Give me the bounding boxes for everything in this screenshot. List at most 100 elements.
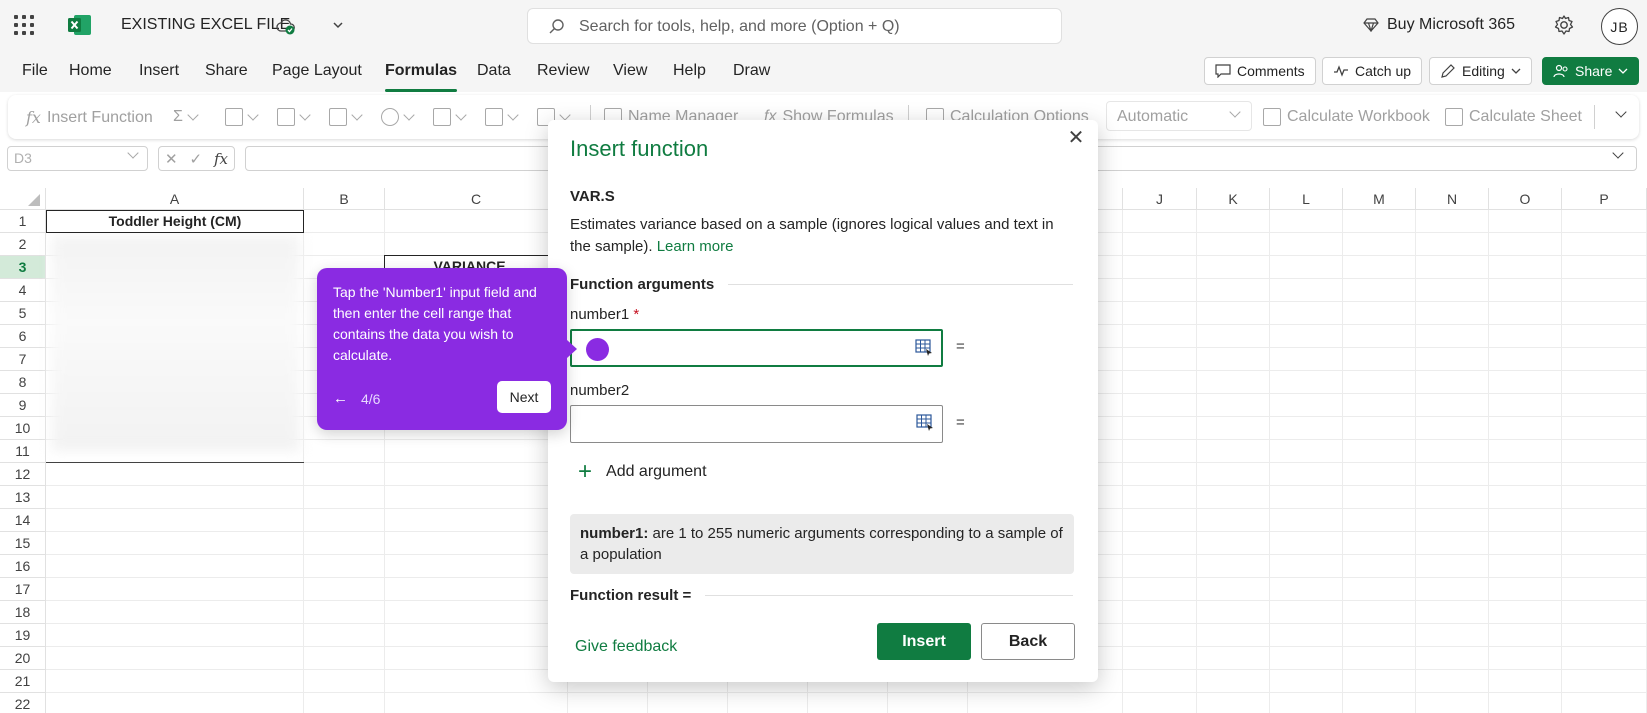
app-launcher-icon[interactable] bbox=[14, 15, 34, 35]
range-select-icon[interactable] bbox=[916, 414, 934, 432]
column-header-m[interactable]: M bbox=[1343, 188, 1416, 210]
column-header-k[interactable]: K bbox=[1197, 188, 1270, 210]
row-header-2[interactable]: 2 bbox=[0, 233, 46, 256]
tutorial-hotspot-indicator[interactable] bbox=[586, 338, 609, 361]
row-header-21[interactable]: 21 bbox=[0, 670, 46, 693]
back-arrow-icon[interactable]: ← bbox=[333, 390, 348, 407]
activity-icon bbox=[1334, 65, 1348, 77]
chevron-down-icon[interactable] bbox=[331, 18, 345, 32]
logical-button[interactable] bbox=[277, 108, 311, 126]
cell-a1[interactable]: Toddler Height (CM) bbox=[46, 210, 304, 233]
name-box-value: D3 bbox=[14, 150, 32, 166]
insert-function-dialog: ✕ Insert function VAR.S Estimates varian… bbox=[548, 120, 1098, 682]
tab-review[interactable]: Review bbox=[537, 62, 589, 80]
row-header-7[interactable]: 7 bbox=[0, 348, 46, 371]
date-time-button[interactable] bbox=[381, 108, 415, 126]
confirm-icon[interactable]: ✓ bbox=[189, 150, 202, 168]
column-header-l[interactable]: L bbox=[1270, 188, 1343, 210]
tab-draw[interactable]: Draw bbox=[733, 62, 770, 80]
column-header-c[interactable]: C bbox=[385, 188, 568, 210]
tab-view[interactable]: View bbox=[613, 62, 647, 80]
ribbon-divider bbox=[1594, 105, 1595, 129]
row-header-9[interactable]: 9 bbox=[0, 394, 46, 417]
row-gridline bbox=[46, 692, 1647, 693]
lookup-button[interactable] bbox=[433, 108, 467, 126]
editing-mode-button[interactable]: Editing bbox=[1429, 57, 1532, 85]
row-header-18[interactable]: 18 bbox=[0, 601, 46, 624]
chevron-down-icon[interactable] bbox=[1612, 147, 1624, 159]
fx-icon[interactable]: fx bbox=[214, 150, 228, 168]
required-marker: * bbox=[633, 306, 640, 323]
share-button[interactable]: Share bbox=[1542, 57, 1640, 85]
row-header-15[interactable]: 15 bbox=[0, 532, 46, 555]
column-header-o[interactable]: O bbox=[1489, 188, 1562, 210]
calculation-mode-select[interactable]: Automatic bbox=[1106, 101, 1252, 131]
tab-share[interactable]: Share bbox=[205, 62, 248, 80]
calculate-sheet-button[interactable]: Calculate Sheet bbox=[1445, 108, 1582, 126]
tab-help[interactable]: Help bbox=[673, 62, 706, 80]
math-icon bbox=[485, 108, 503, 126]
chevron-down-icon bbox=[455, 109, 467, 121]
ribbon-expand-chevron-icon[interactable] bbox=[1615, 106, 1627, 118]
comments-button[interactable]: Comments bbox=[1204, 57, 1316, 85]
file-title[interactable]: EXISTING EXCEL FILE bbox=[121, 16, 290, 34]
row-header-14[interactable]: 14 bbox=[0, 509, 46, 532]
row-header-22[interactable]: 22 bbox=[0, 693, 46, 713]
row-header-3[interactable]: 3 bbox=[0, 256, 46, 279]
number2-input[interactable] bbox=[570, 405, 943, 443]
tab-file[interactable]: File bbox=[22, 62, 48, 80]
row-header-1[interactable]: 1 bbox=[0, 210, 46, 233]
row-header-16[interactable]: 16 bbox=[0, 555, 46, 578]
tab-page-layout[interactable]: Page Layout bbox=[272, 62, 362, 80]
user-avatar[interactable]: JB bbox=[1601, 8, 1638, 45]
insert-button[interactable]: Insert bbox=[877, 623, 971, 660]
close-icon[interactable]: ✕ bbox=[1066, 128, 1086, 148]
row-header-20[interactable]: 20 bbox=[0, 647, 46, 670]
row-header-17[interactable]: 17 bbox=[0, 578, 46, 601]
give-feedback-link[interactable]: Give feedback bbox=[575, 638, 677, 656]
row-header-5[interactable]: 5 bbox=[0, 302, 46, 325]
buy-microsoft-365-link[interactable]: Buy Microsoft 365 bbox=[1363, 16, 1515, 34]
add-argument-button[interactable]: + Add argument bbox=[578, 460, 707, 484]
tab-data[interactable]: Data bbox=[477, 62, 511, 80]
tab-formulas[interactable]: Formulas bbox=[385, 62, 458, 92]
chevron-down-icon bbox=[127, 147, 139, 159]
row-header-13[interactable]: 13 bbox=[0, 486, 46, 509]
back-button[interactable]: Back bbox=[981, 623, 1075, 660]
name-box[interactable]: D3 bbox=[7, 146, 148, 171]
catch-up-button[interactable]: Catch up bbox=[1322, 57, 1423, 85]
insert-function-button[interactable]: fx Insert Function bbox=[26, 108, 153, 127]
row-header-19[interactable]: 19 bbox=[0, 624, 46, 647]
select-all-corner[interactable] bbox=[0, 188, 46, 210]
tab-insert[interactable]: Insert bbox=[139, 62, 179, 80]
calculate-workbook-button[interactable]: Calculate Workbook bbox=[1263, 108, 1430, 126]
learn-more-link[interactable]: Learn more bbox=[657, 238, 734, 255]
text-functions-button[interactable] bbox=[329, 108, 363, 126]
search-box[interactable]: Search for tools, help, and more (Option… bbox=[527, 8, 1062, 44]
row-header-10[interactable]: 10 bbox=[0, 417, 46, 440]
row-header-12[interactable]: 12 bbox=[0, 463, 46, 486]
number2-equals: = bbox=[956, 414, 965, 431]
math-trig-button[interactable] bbox=[485, 108, 519, 126]
cancel-icon[interactable]: ✕ bbox=[165, 150, 178, 168]
row-header-8[interactable]: 8 bbox=[0, 371, 46, 394]
number1-input[interactable] bbox=[570, 329, 943, 367]
row-header-6[interactable]: 6 bbox=[0, 325, 46, 348]
column-header-n[interactable]: N bbox=[1416, 188, 1489, 210]
column-gridline bbox=[1488, 210, 1489, 713]
buy-label: Buy Microsoft 365 bbox=[1387, 16, 1516, 33]
column-header-a[interactable]: A bbox=[46, 188, 304, 210]
autosum-button[interactable]: Σ bbox=[173, 108, 199, 126]
column-header-b[interactable]: B bbox=[304, 188, 385, 210]
arguments-heading-text: Function arguments bbox=[570, 276, 715, 293]
range-select-icon[interactable] bbox=[915, 339, 933, 357]
tab-home[interactable]: Home bbox=[69, 62, 112, 80]
column-header-j[interactable]: J bbox=[1123, 188, 1197, 210]
column-header-p[interactable]: P bbox=[1562, 188, 1647, 210]
settings-gear-icon[interactable] bbox=[1553, 14, 1575, 36]
row-header-4[interactable]: 4 bbox=[0, 279, 46, 302]
share-label: Share bbox=[1575, 63, 1613, 79]
tooltip-next-button[interactable]: Next bbox=[497, 381, 551, 413]
financial-button[interactable] bbox=[225, 108, 259, 126]
row-header-11[interactable]: 11 bbox=[0, 440, 46, 463]
